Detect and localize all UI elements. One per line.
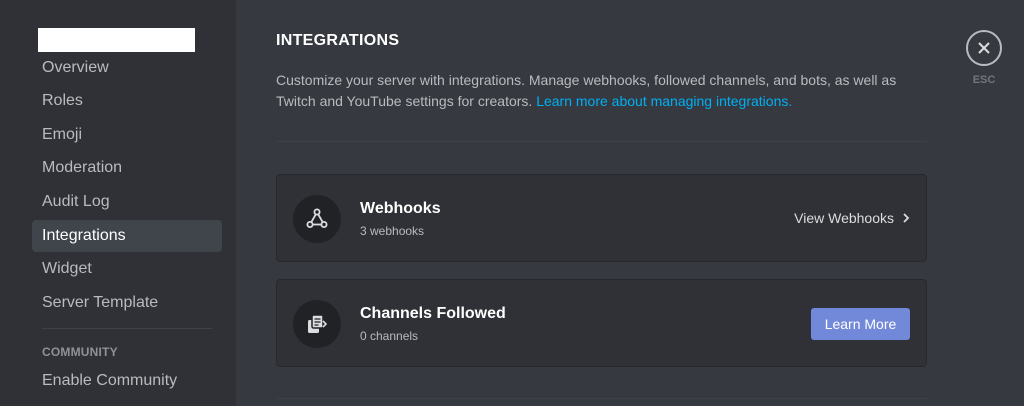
settings-sidebar: Overview Roles Emoji Moderation Audit Lo… (0, 0, 236, 406)
page-description: Customize your server with integrations.… (276, 70, 926, 112)
channels-followed-title: Channels Followed (360, 305, 506, 322)
sidebar-item-emoji[interactable]: Emoji (32, 119, 222, 151)
sidebar-item-enable-community[interactable]: Enable Community (32, 365, 222, 397)
channels-count: 0 channels (360, 329, 419, 343)
view-webhooks-label: View Webhooks (794, 210, 894, 226)
server-name-redacted (38, 28, 195, 52)
sidebar-item-server-template[interactable]: Server Template (32, 287, 222, 319)
webhooks-card[interactable]: Webhooks 3 webhooks View Webhooks (276, 174, 927, 262)
close-button[interactable] (966, 30, 1002, 66)
close-settings: ESC (966, 30, 1002, 86)
section-divider-bottom (276, 398, 927, 399)
sidebar-section-header: COMMUNITY (42, 345, 118, 359)
section-divider (276, 141, 927, 142)
page-title: INTEGRATIONS (276, 32, 400, 49)
learn-more-link[interactable]: Learn more about managing integrations. (536, 93, 792, 109)
channels-followed-card: Channels Followed 0 channels Learn More (276, 279, 927, 367)
sidebar-item-roles[interactable]: Roles (32, 85, 222, 117)
sidebar-item-audit-log[interactable]: Audit Log (32, 186, 222, 218)
channel-follow-icon (293, 300, 341, 348)
webhooks-count: 3 webhooks (360, 224, 425, 238)
view-webhooks-link[interactable]: View Webhooks (794, 210, 910, 226)
sidebar-item-widget[interactable]: Widget (32, 253, 222, 285)
integrations-panel: INTEGRATIONS Customize your server with … (236, 0, 1024, 406)
esc-label: ESC (972, 74, 996, 86)
sidebar-item-integrations[interactable]: Integrations (32, 220, 222, 252)
sidebar-divider (42, 328, 212, 329)
learn-more-button[interactable]: Learn More (811, 308, 910, 340)
close-icon (978, 42, 990, 54)
webhook-icon (293, 195, 341, 243)
sidebar-item-moderation[interactable]: Moderation (32, 152, 222, 184)
chevron-right-icon (902, 212, 910, 224)
sidebar-item-overview[interactable]: Overview (32, 52, 222, 84)
webhooks-title: Webhooks (360, 200, 441, 217)
